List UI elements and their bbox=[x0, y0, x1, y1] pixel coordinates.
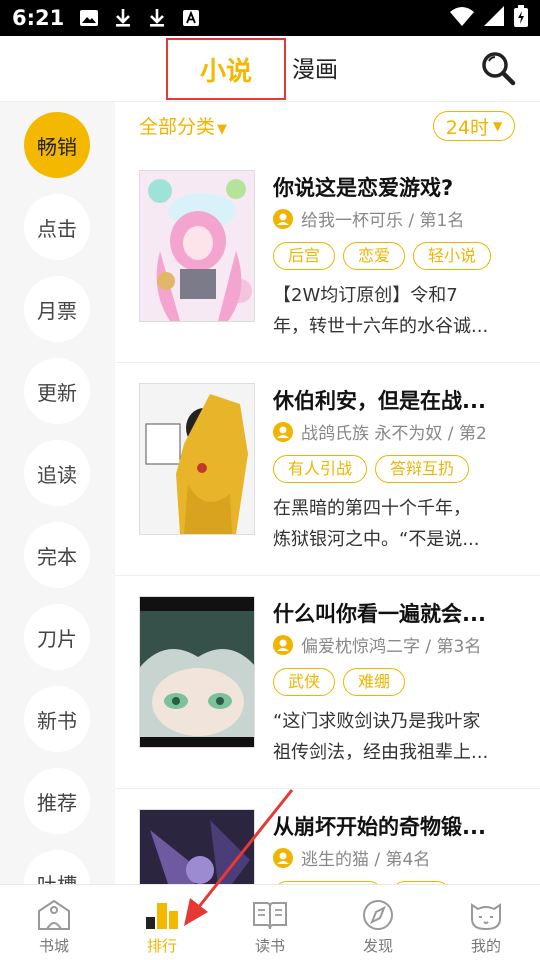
category-filter[interactable]: 全部分类 ▼ bbox=[139, 112, 227, 139]
search-icon[interactable] bbox=[478, 48, 518, 88]
bottom-navigation: 书城 排行 读书 发现 我的 bbox=[0, 884, 540, 960]
book-description-line: 【2W均订原创】令和7 bbox=[273, 285, 458, 306]
category-filter-label: 全部分类 bbox=[139, 116, 216, 138]
nav-discover[interactable]: 发现 bbox=[324, 885, 432, 960]
time-filter[interactable]: 24时 ▼ bbox=[433, 111, 515, 141]
compass-icon bbox=[363, 900, 393, 930]
nav-label: 发现 bbox=[362, 937, 393, 955]
book-description-line: 祖传剑法，经由我祖辈上... bbox=[273, 742, 489, 763]
book-cover[interactable] bbox=[139, 383, 255, 535]
book-cover[interactable] bbox=[139, 170, 255, 322]
author-icon bbox=[273, 847, 293, 868]
book-title[interactable]: 你说这是恋爱游戏? bbox=[273, 172, 523, 202]
book-author-rank: 逃生的猫 / 第4名 bbox=[301, 850, 431, 870]
sidebar-item-new-books[interactable]: 新书 bbox=[24, 686, 90, 752]
book-description-line: 年，转世十六年的水谷诚... bbox=[273, 316, 489, 337]
cat-face-icon bbox=[471, 903, 501, 931]
book-meta: 偏爱枕惊鸿二字 / 第3名 bbox=[273, 632, 523, 657]
sidebar-item-bestseller[interactable]: 畅销 bbox=[24, 112, 90, 178]
book-meta: 逃生的猫 / 第4名 bbox=[273, 845, 523, 870]
book-icon bbox=[253, 902, 287, 930]
signal-icon bbox=[484, 6, 504, 30]
author-icon bbox=[273, 634, 293, 655]
battery-icon bbox=[514, 5, 528, 31]
book-meta: 给我一杯可乐 / 第1名 bbox=[273, 206, 523, 231]
nav-reading[interactable]: 读书 bbox=[216, 885, 324, 960]
filter-bar: 全部分类 ▼ 24时 ▼ bbox=[115, 102, 540, 150]
caret-down-icon: ▼ bbox=[217, 122, 228, 137]
caret-down-icon: ▼ bbox=[492, 119, 503, 133]
font-notification-icon bbox=[180, 7, 202, 29]
book-tag[interactable]: 恋爱 bbox=[343, 242, 406, 270]
tab-comic[interactable]: 漫画 bbox=[292, 50, 338, 84]
author-icon bbox=[273, 421, 293, 442]
time-filter-label: 24时 bbox=[445, 116, 489, 139]
book-author-rank: 偏爱枕惊鸿二字 / 第3名 bbox=[301, 637, 482, 657]
sidebar-item-completed[interactable]: 完本 bbox=[24, 522, 90, 588]
sidebar-item-updates[interactable]: 更新 bbox=[24, 358, 90, 424]
download-icon bbox=[112, 7, 134, 29]
nav-profile[interactable]: 我的 bbox=[432, 885, 540, 960]
book-description-line: “这门求败剑诀乃是我叶家 bbox=[273, 711, 481, 732]
book-item[interactable]: 你说这是恋爱游戏? 给我一杯可乐 / 第1名 后宫 恋爱 轻小说 【2W均订原创】令… bbox=[115, 150, 540, 363]
nav-ranking[interactable]: 排行 bbox=[108, 885, 216, 960]
book-tag[interactable]: 轻小说 bbox=[413, 242, 492, 270]
book-tags: 后宫 恋爱 轻小说 bbox=[273, 242, 535, 270]
book-title[interactable]: 从崩坏开始的奇物锻... bbox=[273, 811, 523, 841]
nav-label: 读书 bbox=[254, 937, 285, 955]
book-cover[interactable] bbox=[139, 809, 255, 884]
image-notification-icon bbox=[78, 7, 100, 29]
tab-novel[interactable]: 小说 bbox=[166, 38, 286, 100]
sidebar-item-recommended[interactable]: 推荐 bbox=[24, 768, 90, 834]
book-tag[interactable]: 武侠 bbox=[273, 668, 336, 696]
status-bar: 6:21 bbox=[0, 0, 540, 36]
book-tag[interactable]: 有人引战 bbox=[273, 455, 368, 483]
book-description: 【2W均订原创】令和7 年，转世十六年的水谷诚... bbox=[273, 280, 513, 342]
sidebar-item-clicks[interactable]: 点击 bbox=[24, 194, 90, 260]
ranking-icon bbox=[146, 903, 178, 929]
sidebar-item-blade[interactable]: 刀片 bbox=[24, 604, 90, 670]
top-header: 小说 漫画 bbox=[0, 36, 540, 102]
sidebar-item-complaints[interactable]: 吐槽 bbox=[24, 850, 90, 884]
ranking-list: 全部分类 ▼ 24时 ▼ 你说这是恋爱游戏? 给我一杯可乐 / 第1名 后宫 恋… bbox=[115, 102, 540, 884]
sidebar-item-following[interactable]: 追读 bbox=[24, 440, 90, 506]
book-item[interactable]: 什么叫你看一遍就会... 偏爱枕惊鸿二字 / 第3名 武侠 难绷 “这门求败剑诀乃… bbox=[115, 576, 540, 789]
author-icon bbox=[273, 208, 293, 229]
book-author-rank: 给我一杯可乐 / 第1名 bbox=[301, 211, 465, 231]
book-title[interactable]: 休伯利安，但是在战... bbox=[273, 385, 523, 415]
book-item[interactable]: 从崩坏开始的奇物锻... 逃生的猫 / 第4名 bbox=[115, 789, 540, 884]
book-description-line: 在黑暗的第四十个千年， bbox=[273, 498, 471, 519]
status-time: 6:21 bbox=[12, 6, 65, 30]
book-description-line: 炼狱银河之中。“不是说... bbox=[273, 529, 480, 550]
book-cover[interactable] bbox=[139, 596, 255, 748]
wifi-icon bbox=[450, 6, 474, 30]
book-item[interactable]: 休伯利安，但是在战... 战鸽氏族 永不为奴 / 第2 有人引战 答辩互扔 在黑暗… bbox=[115, 363, 540, 576]
book-title[interactable]: 什么叫你看一遍就会... bbox=[273, 598, 523, 628]
nav-label: 我的 bbox=[470, 937, 501, 955]
download-icon-2 bbox=[146, 7, 168, 29]
book-description: “这门求败剑诀乃是我叶家 祖传剑法，经由我祖辈上... bbox=[273, 706, 513, 768]
nav-bookstore[interactable]: 书城 bbox=[0, 885, 108, 960]
book-tags: 武侠 难绷 bbox=[273, 668, 535, 696]
book-tags: 有人引战 答辩互扔 bbox=[273, 455, 535, 483]
nav-label: 书城 bbox=[38, 937, 69, 955]
book-meta: 战鸽氏族 永不为奴 / 第2 bbox=[273, 419, 523, 444]
book-description: 在黑暗的第四十个千年， 炼狱银河之中。“不是说... bbox=[273, 493, 513, 555]
ranking-sidebar: 畅销 点击 月票 更新 追读 完本 刀片 新书 推荐 吐槽 bbox=[0, 102, 115, 884]
book-tag[interactable]: 答辩互扔 bbox=[375, 455, 470, 483]
bookstore-icon bbox=[38, 899, 70, 930]
nav-label: 排行 bbox=[146, 937, 177, 955]
sidebar-item-monthly-ticket[interactable]: 月票 bbox=[24, 276, 90, 342]
book-author-rank: 战鸽氏族 永不为奴 / 第2 bbox=[301, 424, 487, 444]
book-tag[interactable]: 难绷 bbox=[343, 668, 406, 696]
book-tag[interactable]: 后宫 bbox=[273, 242, 336, 270]
